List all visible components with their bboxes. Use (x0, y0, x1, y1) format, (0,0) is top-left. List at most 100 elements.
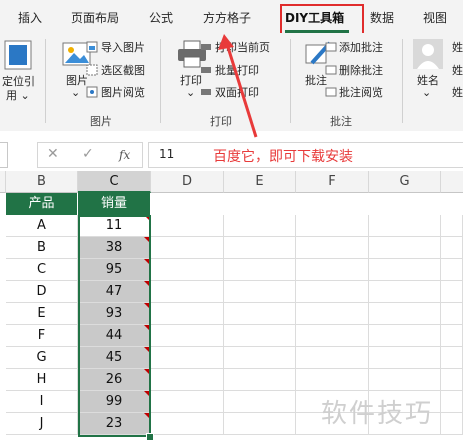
name-partial-item-3[interactable]: 姓 (452, 84, 463, 100)
name-partial-item-2[interactable]: 姓 (452, 62, 463, 78)
cell-product[interactable]: D (6, 281, 78, 303)
empty-cell[interactable] (441, 347, 463, 369)
cell-sales[interactable]: 47 (78, 281, 151, 303)
empty-cell[interactable] (296, 215, 369, 237)
empty-cell[interactable] (151, 281, 224, 303)
fill-handle[interactable] (146, 433, 154, 441)
empty-cell[interactable] (369, 281, 441, 303)
import-image-button[interactable]: 导入图片 (101, 39, 145, 55)
empty-cell[interactable] (296, 347, 369, 369)
comment-button[interactable]: 批注 (305, 72, 327, 88)
cancel-icon[interactable]: ✕ (47, 146, 59, 162)
enter-icon[interactable]: ✓ (82, 146, 94, 162)
header-cell-product[interactable]: 产品 (6, 193, 78, 215)
empty-cell[interactable] (151, 303, 224, 325)
browse-comment-button[interactable]: 批注阅览 (339, 84, 383, 100)
empty-cell[interactable] (224, 259, 296, 281)
cell-product[interactable]: F (6, 325, 78, 347)
cell-product[interactable]: E (6, 303, 78, 325)
empty-cell[interactable] (151, 259, 224, 281)
image-browse-button[interactable]: 图片阅览 (101, 84, 145, 100)
column-header-c[interactable]: C (78, 171, 151, 193)
empty-cell[interactable] (441, 369, 463, 391)
duplex-print-button[interactable]: 双面打印 (215, 84, 259, 100)
column-header-d[interactable]: D (151, 171, 224, 193)
empty-cell[interactable] (296, 369, 369, 391)
empty-cell[interactable] (296, 237, 369, 259)
cell-product[interactable]: I (6, 391, 78, 413)
column-header-g[interactable]: G (369, 171, 441, 193)
empty-cell[interactable] (369, 303, 441, 325)
tab-view[interactable]: 视图 (423, 9, 447, 26)
name-partial-item-1[interactable]: 姓 (452, 39, 463, 55)
empty-cell[interactable] (441, 303, 463, 325)
insert-function-icon[interactable]: fx (119, 148, 130, 162)
column-header-h[interactable] (441, 171, 463, 193)
empty-cell[interactable] (224, 347, 296, 369)
empty-cell[interactable] (151, 413, 224, 435)
cell-sales[interactable]: 93 (78, 303, 151, 325)
empty-cell[interactable] (441, 259, 463, 281)
cell-sales[interactable]: 95 (78, 259, 151, 281)
empty-cell[interactable] (224, 303, 296, 325)
cell-product[interactable]: B (6, 237, 78, 259)
empty-cell[interactable] (151, 215, 224, 237)
empty-cell[interactable] (369, 259, 441, 281)
empty-cell[interactable] (296, 325, 369, 347)
empty-cell[interactable] (224, 325, 296, 347)
empty-cell[interactable] (296, 281, 369, 303)
empty-cell[interactable] (369, 369, 441, 391)
header-cell-sales[interactable]: 销量 (78, 193, 151, 215)
image-dropdown-icon[interactable]: ⌄ (71, 86, 80, 99)
delete-comment-button[interactable]: 删除批注 (339, 62, 383, 78)
column-header-b[interactable]: B (6, 171, 78, 193)
cell-sales[interactable]: 38 (78, 237, 151, 259)
selection-screenshot-button[interactable]: 选区截图 (101, 62, 145, 78)
batch-print-button[interactable]: 批量打印 (215, 62, 259, 78)
cell-sales[interactable]: 26 (78, 369, 151, 391)
cell-sales[interactable]: 11 (78, 215, 151, 237)
empty-cell[interactable] (224, 215, 296, 237)
empty-cell[interactable] (151, 237, 224, 259)
empty-cell[interactable] (369, 215, 441, 237)
empty-cell[interactable] (296, 259, 369, 281)
add-comment-button[interactable]: 添加批注 (339, 39, 383, 55)
tab-page-layout[interactable]: 页面布局 (71, 9, 119, 26)
empty-cell[interactable] (224, 413, 296, 435)
cell-product[interactable]: A (6, 215, 78, 237)
tab-fangfang-gezi[interactable]: 方方格子 (203, 9, 251, 26)
cell-sales[interactable]: 99 (78, 391, 151, 413)
cell-product[interactable]: H (6, 369, 78, 391)
tab-data[interactable]: 数据 (370, 9, 394, 26)
tab-formulas[interactable]: 公式 (149, 9, 173, 26)
empty-cell[interactable] (441, 281, 463, 303)
tab-insert[interactable]: 插入 (18, 9, 42, 26)
empty-cell[interactable] (296, 303, 369, 325)
empty-cell[interactable] (441, 215, 463, 237)
cell-sales[interactable]: 23 (78, 413, 151, 435)
name-dropdown-icon[interactable]: ⌄ (422, 86, 431, 99)
empty-cell[interactable] (151, 347, 224, 369)
empty-cell[interactable] (151, 391, 224, 413)
empty-cell[interactable] (441, 325, 463, 347)
empty-cell[interactable] (441, 391, 463, 413)
empty-cell[interactable] (151, 325, 224, 347)
cell-sales[interactable]: 45 (78, 347, 151, 369)
cell-product[interactable]: J (6, 413, 78, 435)
empty-cell[interactable] (441, 413, 463, 435)
empty-cell[interactable] (369, 347, 441, 369)
print-dropdown-icon[interactable]: ⌄ (186, 86, 195, 99)
empty-cell[interactable] (224, 391, 296, 413)
cell-sales[interactable]: 44 (78, 325, 151, 347)
name-box[interactable] (0, 142, 8, 168)
empty-cell[interactable] (151, 369, 224, 391)
column-header-f[interactable]: F (296, 171, 369, 193)
empty-cell[interactable] (369, 237, 441, 259)
cell-product[interactable]: G (6, 347, 78, 369)
empty-cell[interactable] (441, 237, 463, 259)
empty-cell[interactable] (224, 281, 296, 303)
empty-cell[interactable] (369, 325, 441, 347)
print-current-page-button[interactable]: 打印当前页 (215, 39, 270, 55)
empty-cell[interactable] (224, 369, 296, 391)
empty-cell[interactable] (224, 237, 296, 259)
